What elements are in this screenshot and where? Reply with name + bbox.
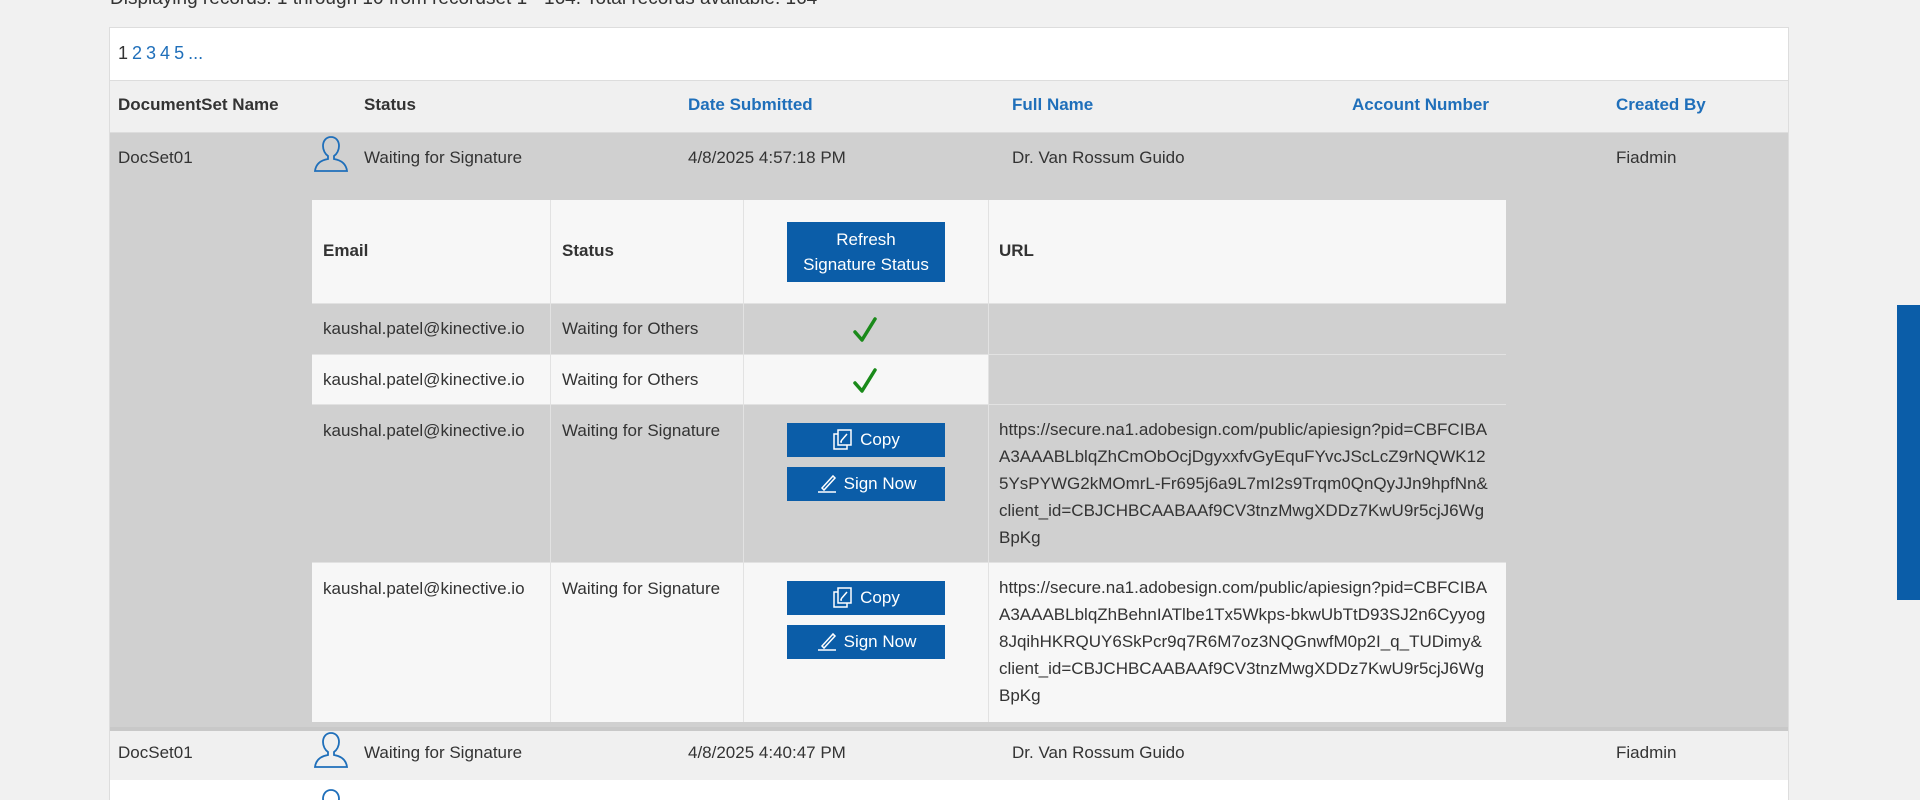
signer-status: Waiting for Signature — [562, 579, 721, 598]
copy-label: Copy — [860, 430, 900, 449]
row-status: Waiting for Signature — [364, 148, 523, 167]
signer-row: kaushal.patel@kinective.io Waiting for S… — [312, 405, 1506, 563]
copy-icon — [832, 587, 854, 609]
side-panel-tab[interactable] — [1897, 305, 1920, 600]
column-divider — [743, 200, 744, 722]
row-status: Waiting for Signature — [364, 743, 523, 762]
signer-status: Waiting for Others — [562, 370, 699, 389]
copy-url-button[interactable]: Copy — [787, 423, 945, 457]
signer-row: kaushal.patel@kinective.io Waiting for O… — [312, 304, 1506, 355]
pager: 1 2 3 4 5... — [118, 43, 207, 64]
sign-now-button[interactable]: Sign Now — [787, 625, 945, 659]
checkmark-icon — [852, 316, 878, 344]
refresh-label-line1: Refresh — [836, 230, 896, 249]
col-created-by[interactable]: Created By — [1616, 95, 1706, 115]
signer-url[interactable]: https://secure.na1.adobesign.com/public/… — [999, 574, 1489, 709]
copy-url-button[interactable]: Copy — [787, 581, 945, 615]
sign-now-label: Sign Now — [843, 632, 917, 651]
checkmark-icon — [852, 367, 878, 395]
signer-status: Waiting for Signature — [562, 421, 721, 440]
col-account-number[interactable]: Account Number — [1352, 95, 1489, 115]
signer-url[interactable]: https://secure.na1.adobesign.com/public/… — [999, 416, 1489, 551]
signer-email: kaushal.patel@kinective.io — [323, 319, 525, 338]
signers-col-email: Email — [323, 241, 369, 260]
row-full-name: Dr. Van Rossum Guido — [1012, 743, 1185, 762]
copy-label: Copy — [860, 588, 900, 607]
person-icon[interactable] — [310, 133, 352, 175]
column-divider — [550, 200, 551, 722]
records-info: Displaying records: 1 through 10 from re… — [110, 0, 817, 10]
signers-col-status: Status — [562, 241, 614, 260]
row-full-name: Dr. Van Rossum Guido — [1012, 148, 1185, 167]
signer-email: kaushal.patel@kinective.io — [323, 421, 525, 440]
signer-email: kaushal.patel@kinective.io — [323, 370, 525, 389]
col-full-name[interactable]: Full Name — [1012, 95, 1093, 115]
refresh-signature-status-button[interactable]: Refresh Signature Status — [787, 222, 945, 282]
copy-icon — [832, 429, 854, 451]
col-date-submitted[interactable]: Date Submitted — [688, 95, 813, 115]
col-docset-name: DocumentSet Name — [118, 95, 279, 114]
pager-page-5[interactable]: 5 — [174, 43, 184, 63]
row-date: 4/8/2025 4:40:47 PM — [688, 743, 846, 762]
signers-header: Email Status Refresh Signature Status UR… — [312, 200, 1506, 304]
signer-email: kaushal.patel@kinective.io — [323, 579, 525, 598]
col-status: Status — [364, 95, 416, 114]
table-row[interactable] — [110, 780, 1788, 800]
column-divider — [988, 200, 989, 722]
pager-page-3[interactable]: 3 — [146, 43, 156, 63]
signer-row: kaushal.patel@kinective.io Waiting for O… — [312, 355, 989, 405]
signers-table: Email Status Refresh Signature Status UR… — [312, 200, 1506, 722]
pager-more[interactable]: ... — [188, 43, 203, 63]
person-icon[interactable] — [310, 729, 352, 771]
pen-icon — [816, 631, 838, 653]
row-created-by: Fiadmin — [1616, 148, 1677, 167]
table-row[interactable]: DocSet01 Waiting for Signature 4/8/2025 … — [110, 727, 1788, 780]
person-icon[interactable] — [310, 786, 352, 800]
url-empty-cell — [989, 355, 1506, 405]
pager-page-4[interactable]: 4 — [160, 43, 170, 63]
pager-current: 1 — [118, 43, 129, 63]
row-docset: DocSet01 — [118, 148, 193, 167]
table-header: DocumentSet Name Status Date Submitted F… — [110, 80, 1788, 133]
signer-status: Waiting for Others — [562, 319, 699, 338]
sign-now-label: Sign Now — [843, 474, 917, 493]
row-created-by: Fiadmin — [1616, 743, 1677, 762]
signers-col-url: URL — [999, 241, 1034, 260]
pen-icon — [816, 473, 838, 495]
sign-now-button[interactable]: Sign Now — [787, 467, 945, 501]
refresh-label-line2: Signature Status — [803, 255, 929, 274]
row-docset: DocSet01 — [118, 743, 193, 762]
pager-page-2[interactable]: 2 — [132, 43, 142, 63]
row-date: 4/8/2025 4:57:18 PM — [688, 148, 846, 167]
signer-row: kaushal.patel@kinective.io Waiting for S… — [312, 563, 1506, 722]
